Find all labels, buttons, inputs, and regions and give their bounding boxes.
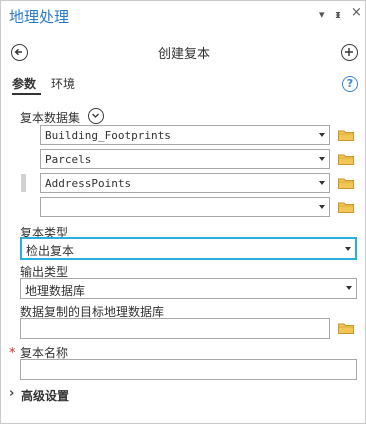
replica-dataset-field-3[interactable]: AddressPoints [40,173,330,193]
help-icon[interactable]: ? [342,76,358,92]
output-type-value: 地理数据库 [25,284,86,298]
chevron-down-icon[interactable] [345,247,351,251]
plus-icon [345,48,353,56]
tool-title: 创建复本 [157,47,210,62]
chevron-down-icon[interactable] [319,133,325,137]
close-icon[interactable]: × [351,6,362,19]
replica-dataset-value: AddressPoints [45,177,132,190]
pane-title-bar: 地理处理 ▾ ᵻ × [1,1,366,31]
tab-environments[interactable]: 环境 [51,75,75,92]
chevron-down-icon[interactable] [319,157,325,161]
replica-name-input[interactable] [20,359,357,380]
required-indicator: * [9,346,16,361]
replica-datasets-label: 复本数据集 [20,111,81,125]
replica-dataset-value: Building_Footprints [45,129,171,142]
replica-dataset-field-2[interactable]: Parcels [40,149,330,169]
add-button[interactable] [341,44,358,61]
pane-title: 地理处理 [9,8,70,26]
row-drag-handle[interactable] [21,174,26,192]
pin-icon[interactable]: ᵻ [335,9,341,21]
chevron-right-icon[interactable]: › [9,386,14,401]
replica-dataset-field-4[interactable] [40,197,330,217]
advanced-settings-label[interactable]: 高级设置 [21,387,69,404]
geoprocessing-pane: 地理处理 ▾ ᵻ × 创建复本 参数 环境 ? 复本数据集 Building_F… [0,0,366,424]
tab-parameters[interactable]: 参数 [12,75,36,92]
pane-options-dropdown-icon[interactable]: ▾ [319,9,325,21]
browse-folder-icon[interactable] [338,201,354,213]
browse-folder-icon[interactable] [338,177,354,189]
browse-folder-icon[interactable] [338,129,354,141]
browse-folder-icon[interactable] [338,322,354,334]
chevron-down-icon[interactable] [319,205,325,209]
chevron-down-icon[interactable] [319,181,325,185]
replica-type-value: 检出复本 [26,244,75,258]
replica-type-select[interactable]: 检出复本 [20,237,357,260]
replica-datasets-options-button[interactable] [88,108,104,124]
active-tab-indicator [12,93,41,95]
chevron-down-icon [92,113,99,118]
output-type-select[interactable]: 地理数据库 [20,278,357,299]
replica-dataset-field-1[interactable]: Building_Footprints [40,125,330,145]
browse-folder-icon[interactable] [338,153,354,165]
target-gdb-input[interactable] [20,318,330,339]
chevron-down-icon[interactable] [346,286,352,290]
replica-dataset-value: Parcels [45,153,92,166]
